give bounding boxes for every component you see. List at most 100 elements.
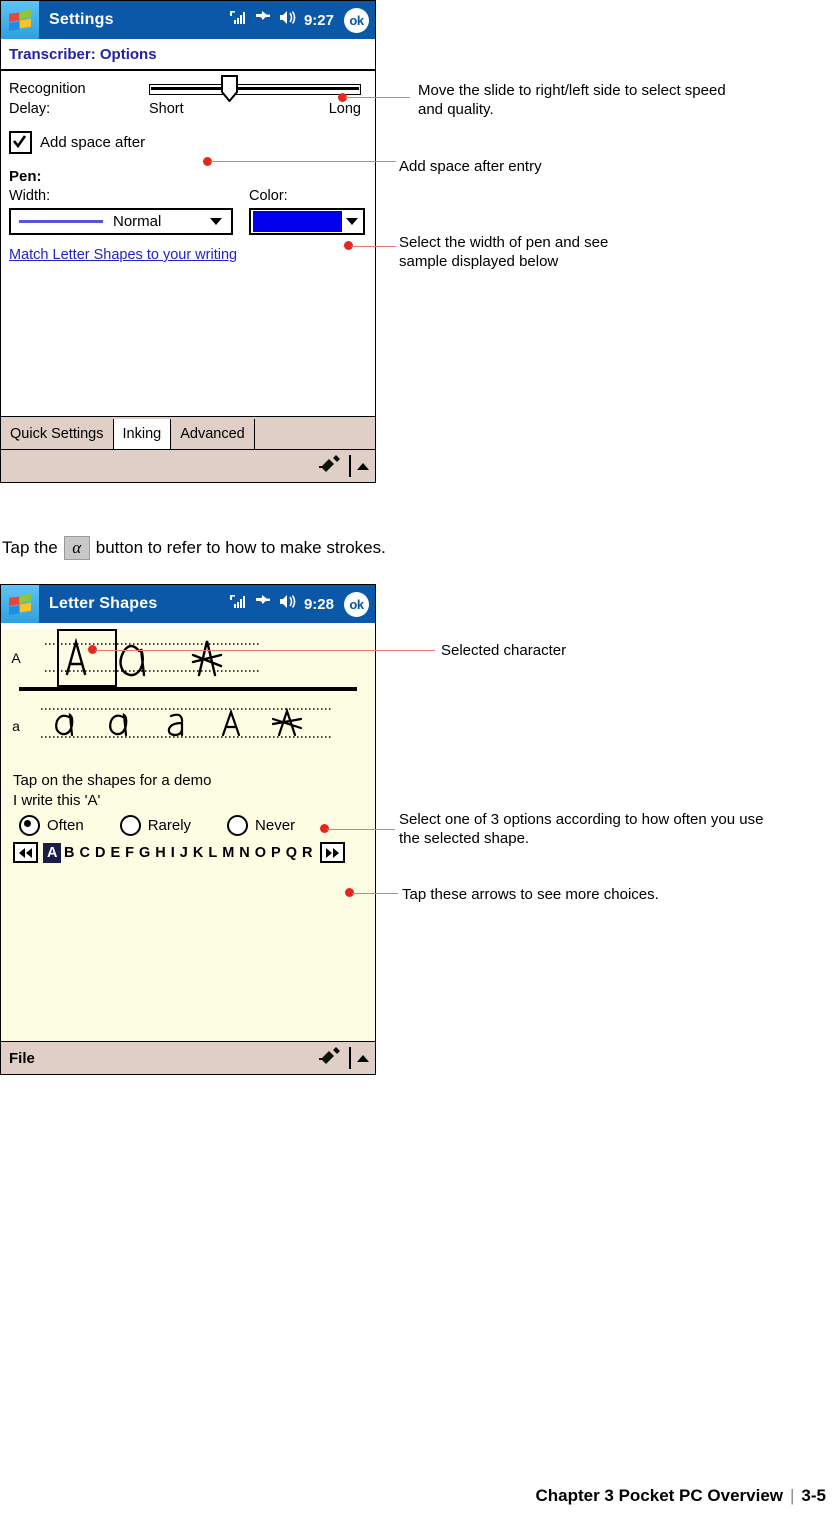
settings-title-label: Settings bbox=[49, 11, 114, 28]
alpha-button-icon[interactable]: α bbox=[63, 536, 90, 560]
letter-shapes-title-label: Letter Shapes bbox=[49, 595, 158, 612]
alphabet-letter-O[interactable]: O bbox=[252, 844, 268, 862]
callout-line-add-space bbox=[210, 161, 396, 162]
pen-section-heading: Pen: bbox=[9, 168, 42, 185]
keyboard-input-icon[interactable] bbox=[319, 454, 343, 479]
recognition-delay-label: Recognition Delay: bbox=[9, 81, 86, 117]
pen-color-swatch bbox=[253, 211, 342, 232]
radio-often[interactable]: Often bbox=[19, 815, 84, 836]
transcriber-options-window: Settings 9:27 ok Transcriber: Options Re… bbox=[0, 0, 376, 483]
keyboard-input-icon[interactable] bbox=[319, 1046, 343, 1071]
lowercase-shapes-row: a bbox=[1, 697, 375, 755]
alphabet-letter-C[interactable]: C bbox=[77, 844, 92, 862]
radio-rarely-indicator[interactable] bbox=[119, 815, 141, 836]
letter-shapes-body: A a Tap on the shapes for a demo I write… bbox=[1, 629, 375, 1041]
slider-min-label: Short bbox=[149, 101, 184, 117]
ok-button[interactable]: ok bbox=[344, 591, 369, 617]
alphabet-letter-Q[interactable]: Q bbox=[283, 844, 299, 862]
slider-end-labels: Short Long bbox=[149, 101, 361, 117]
alphabet-letter-K[interactable]: K bbox=[190, 844, 205, 862]
instruction-prefix: Tap the bbox=[2, 538, 58, 557]
uppercase-shape-strip bbox=[31, 629, 375, 687]
chevron-down-icon[interactable] bbox=[346, 218, 358, 225]
alphabet-letter-I[interactable]: I bbox=[168, 844, 177, 862]
alphabet-letter-J[interactable]: J bbox=[177, 844, 190, 862]
up-caret-icon[interactable] bbox=[357, 1054, 369, 1062]
alphabet-letter-M[interactable]: M bbox=[220, 844, 237, 862]
alphabet-letter-B[interactable]: B bbox=[61, 844, 76, 862]
recognition-delay-row: Recognition Delay: Short Long bbox=[9, 75, 367, 119]
alphabet-letter-P[interactable]: P bbox=[269, 844, 284, 862]
footer-chapter: Chapter 3 Pocket PC Overview bbox=[535, 1486, 783, 1505]
settings-tab-bar: Quick Settings Inking Advanced bbox=[1, 416, 375, 449]
alphabet-letters[interactable]: A B C D E F G H I J K L M N O P Q R bbox=[43, 842, 315, 863]
stroke-instruction-line: Tap the α button to refer to how to make… bbox=[2, 536, 386, 560]
radio-often-label: Often bbox=[47, 817, 84, 834]
settings-command-bar bbox=[1, 449, 375, 482]
volume-icon[interactable] bbox=[279, 10, 297, 30]
uppercase-shapes-row: A bbox=[1, 629, 375, 687]
alphabet-letter-E[interactable]: E bbox=[108, 844, 123, 862]
next-arrows-icon[interactable] bbox=[319, 842, 345, 863]
callout-line-pen bbox=[351, 246, 396, 247]
slider-thumb[interactable] bbox=[221, 75, 238, 103]
pen-width-sample-icon bbox=[19, 220, 103, 223]
alphabet-letter-H[interactable]: H bbox=[153, 844, 168, 862]
alphabet-letter-A[interactable]: A bbox=[43, 842, 62, 863]
radio-never-label: Never bbox=[255, 817, 296, 834]
ok-button[interactable]: ok bbox=[344, 7, 369, 33]
tab-quick-settings[interactable]: Quick Settings bbox=[1, 419, 114, 449]
pen-width-label: Width: bbox=[9, 188, 51, 204]
radio-rarely[interactable]: Rarely bbox=[119, 815, 192, 836]
radio-never[interactable]: Never bbox=[227, 815, 295, 836]
add-space-row[interactable]: Add space after bbox=[9, 131, 367, 154]
annotation-frequency: Select one of 3 options according to how… bbox=[399, 811, 764, 847]
chevron-down-icon[interactable] bbox=[210, 218, 222, 225]
alphabet-navigator: A B C D E F G H I J K L M N O P Q R bbox=[13, 842, 375, 863]
alphabet-letter-F[interactable]: F bbox=[123, 844, 137, 862]
radio-never-indicator[interactable] bbox=[227, 815, 249, 836]
pen-color-dropdown[interactable] bbox=[249, 208, 365, 235]
annotation-add-space: Add space after entry bbox=[399, 158, 542, 175]
tab-inking[interactable]: Inking bbox=[113, 419, 172, 449]
up-caret-icon[interactable] bbox=[357, 462, 369, 470]
pen-width-dropdown[interactable]: Normal bbox=[9, 208, 233, 235]
settings-title-bar: Settings 9:27 ok bbox=[1, 1, 375, 39]
windows-logo-icon bbox=[1, 1, 39, 39]
annotation-arrows: Tap these arrows to see more choices. bbox=[402, 886, 659, 903]
alphabet-letter-G[interactable]: G bbox=[136, 844, 152, 862]
lowercase-shape-strip bbox=[31, 697, 375, 755]
pen-width-value: Normal bbox=[113, 213, 162, 230]
connectivity-icon[interactable] bbox=[254, 594, 272, 614]
match-letter-shapes-link[interactable]: Match Letter Shapes to your writing bbox=[9, 247, 237, 263]
recognition-delay-slider[interactable]: Short Long bbox=[149, 75, 361, 117]
signal-icon[interactable] bbox=[229, 10, 247, 30]
volume-icon[interactable] bbox=[279, 594, 297, 614]
alphabet-letter-R[interactable]: R bbox=[300, 844, 315, 862]
letter-shapes-clock: 9:28 bbox=[303, 595, 334, 613]
radio-rarely-label: Rarely bbox=[147, 817, 192, 834]
tab-bar-filler bbox=[255, 419, 375, 449]
alphabet-letter-L[interactable]: L bbox=[206, 844, 220, 862]
alphabet-letter-D[interactable]: D bbox=[92, 844, 107, 862]
command-bar-divider bbox=[349, 1047, 351, 1069]
callout-line-selected-char bbox=[95, 650, 435, 651]
footer-separator: | bbox=[790, 1486, 795, 1505]
callout-line-frequency bbox=[327, 829, 395, 830]
pen-color-label: Color: bbox=[249, 188, 288, 204]
shapes-hint-text: Tap on the shapes for a demo I write thi… bbox=[13, 772, 212, 809]
slider-max-label: Long bbox=[328, 101, 361, 117]
file-menu[interactable]: File bbox=[1, 1050, 35, 1067]
connectivity-icon[interactable] bbox=[254, 10, 272, 30]
selected-shape-box[interactable] bbox=[57, 629, 117, 687]
signal-icon[interactable] bbox=[229, 594, 247, 614]
tab-advanced[interactable]: Advanced bbox=[171, 419, 255, 449]
radio-often-indicator[interactable] bbox=[19, 815, 40, 836]
pen-controls-row: Normal bbox=[9, 208, 367, 235]
pen-field-labels: Width: Color: bbox=[9, 188, 367, 204]
prev-arrows-icon[interactable] bbox=[13, 842, 38, 863]
page-title: Transcriber: Options bbox=[9, 45, 157, 63]
alphabet-letter-N[interactable]: N bbox=[237, 844, 252, 862]
slider-track[interactable] bbox=[149, 84, 361, 95]
add-space-checkbox[interactable] bbox=[9, 131, 32, 154]
